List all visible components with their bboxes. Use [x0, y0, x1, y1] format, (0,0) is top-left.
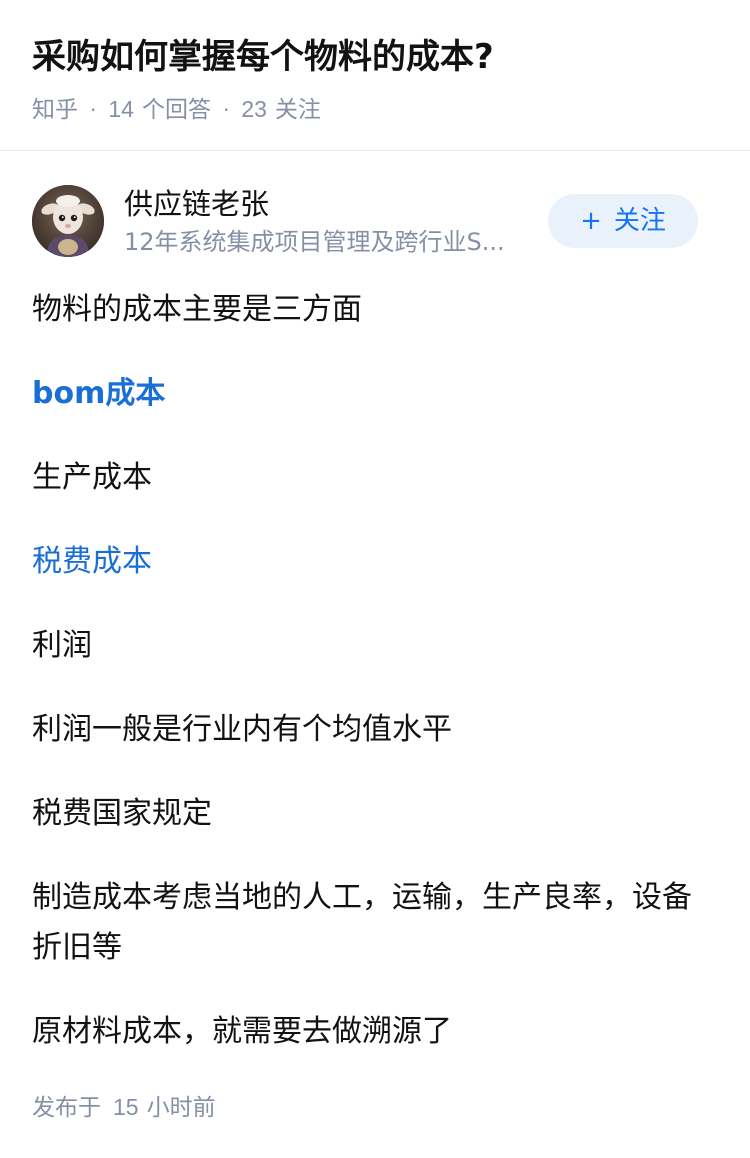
follower-count-number: 23	[241, 96, 267, 122]
answer-paragraph: 物料的成本主要是三方面	[32, 292, 362, 327]
question-meta: 知乎 · 14 个回答 · 23 关注	[32, 92, 321, 127]
plus-icon: +	[580, 206, 602, 236]
answer-paragraph: 利润	[32, 628, 92, 663]
answer-count-label: 个回答	[141, 97, 211, 123]
answer-paragraph: 税费国家规定	[32, 796, 212, 831]
publish-unit: 小时前	[146, 1095, 216, 1121]
answer-link-tax-cost[interactable]: 税费成本	[32, 537, 718, 587]
answer-paragraph: 利润一般是行业内有个均值水平	[32, 712, 452, 747]
answer-count[interactable]: 14 个回答	[108, 96, 211, 123]
follower-count-label: 关注	[274, 97, 321, 123]
question-header: 采购如何掌握每个物料的成本? 知乎 · 14 个回答 · 23 关注	[0, 0, 750, 151]
follow-button-label: 关注	[613, 206, 666, 236]
avatar[interactable]	[32, 185, 104, 257]
author-info: 供应链老张 12年系统集成项目管理及跨行业S... + 关注	[0, 152, 750, 272]
separator-dot: ·	[90, 98, 97, 122]
separator-dot: ·	[222, 98, 230, 122]
publish-time: 发布于 15 小时前	[32, 1090, 216, 1125]
source-label[interactable]: 知乎	[32, 97, 78, 123]
publish-prefix: 发布于	[32, 1095, 101, 1121]
answer-paragraph: 原材料成本，就需要去做溯源了	[32, 1014, 452, 1049]
question-title[interactable]: 采购如何掌握每个物料的成本?	[32, 32, 494, 82]
author-name[interactable]: 供应链老张	[124, 184, 269, 224]
answer-link-bom-cost[interactable]: bom成本	[32, 369, 718, 419]
avatar-image	[32, 185, 104, 257]
follow-button[interactable]: + 关注	[548, 194, 698, 248]
answer-count-number: 14	[108, 96, 134, 122]
publish-value: 15	[113, 1094, 139, 1120]
follower-count[interactable]: 23 关注	[241, 96, 321, 123]
answer-paragraph: 制造成本考虑当地的人工，运输，生产良率，设备折旧等	[32, 880, 692, 965]
answer-paragraph: 生产成本	[32, 460, 152, 495]
author-bio: 12年系统集成项目管理及跨行业S...	[124, 228, 505, 256]
